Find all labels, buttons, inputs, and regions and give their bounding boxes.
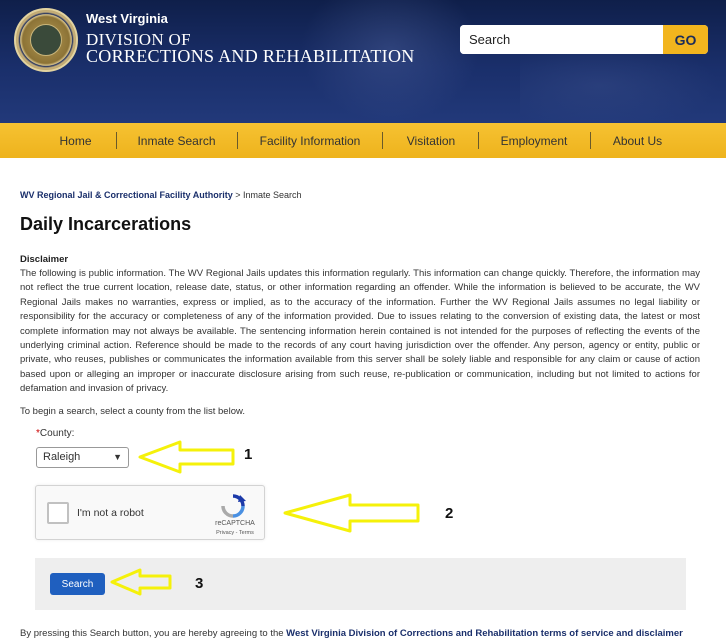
agreement-statement: By pressing this Search button, you are … <box>20 628 287 639</box>
nav-divider <box>478 132 479 149</box>
terms-of-service-link[interactable]: West Virginia Division of Corrections an… <box>286 628 683 639</box>
nav-divider <box>237 132 238 149</box>
nav-divider <box>382 132 383 149</box>
nav-item-employment[interactable]: Employment <box>488 123 580 158</box>
annotation-number-2: 2 <box>445 505 454 522</box>
submit-panel: Search <box>35 558 686 610</box>
recaptcha-brand: reCAPTCHA <box>215 520 255 527</box>
nav-item-inmate-search[interactable]: Inmate Search <box>124 123 229 158</box>
nav-item-visitation[interactable]: Visitation <box>392 123 470 158</box>
search-button[interactable]: Search <box>50 573 105 595</box>
breadcrumb-current: Inmate Search <box>242 190 302 200</box>
county-label: *County: <box>36 428 74 439</box>
annotation-number-1: 1 <box>244 446 253 463</box>
disclaimer-heading: Disclaimer <box>20 254 69 265</box>
county-select[interactable]: Raleigh ▼ <box>36 447 129 468</box>
agreement-text: By pressing this Search button, you are … <box>20 628 683 639</box>
county-label-text: County: <box>39 428 75 439</box>
annotation-arrow-1 <box>138 440 235 474</box>
state-seal-logo[interactable] <box>14 8 78 72</box>
page-title: Daily Incarcerations <box>20 214 192 234</box>
annotation-arrow-2 <box>283 493 420 533</box>
chevron-down-icon: ▼ <box>113 452 122 462</box>
nav-item-facility-information[interactable]: Facility Information <box>245 123 375 158</box>
recaptcha-privacy-terms[interactable]: Privacy - Terms <box>206 530 264 536</box>
recaptcha-icon <box>221 494 246 518</box>
agency-name-line2: CORRECTIONS AND REHABILITATION <box>86 46 415 66</box>
nav-item-home[interactable]: Home <box>38 123 113 158</box>
nav-divider <box>116 132 117 149</box>
recaptcha-checkbox[interactable] <box>47 502 69 524</box>
breadcrumb-separator: > <box>232 190 243 200</box>
annotation-number-3: 3 <box>195 575 204 592</box>
search-input[interactable] <box>460 25 663 54</box>
county-selected-value: Raleigh <box>43 451 81 463</box>
disclaimer-text: The following is public information. The… <box>20 268 700 395</box>
site-search: GO <box>460 25 708 54</box>
main-nav: Home Inmate Search Facility Information … <box>0 123 726 158</box>
search-go-button[interactable]: GO <box>663 25 708 54</box>
breadcrumb-parent-link[interactable]: WV Regional Jail & Correctional Facility… <box>20 190 233 200</box>
nav-item-about-us[interactable]: About Us <box>600 123 675 158</box>
recaptcha-widget: I'm not a robot reCAPTCHA Privacy - Term… <box>35 485 265 540</box>
search-instruction: To begin a search, select a county from … <box>20 406 245 417</box>
site-header: West Virginia DIVISION OF CORRECTIONS AN… <box>0 0 726 123</box>
agency-state-name: West Virginia <box>86 11 168 26</box>
recaptcha-label: I'm not a robot <box>77 507 144 519</box>
nav-divider <box>590 132 591 149</box>
breadcrumb: WV Regional Jail & Correctional Facility… <box>20 190 302 200</box>
seal-emblem <box>30 24 62 56</box>
